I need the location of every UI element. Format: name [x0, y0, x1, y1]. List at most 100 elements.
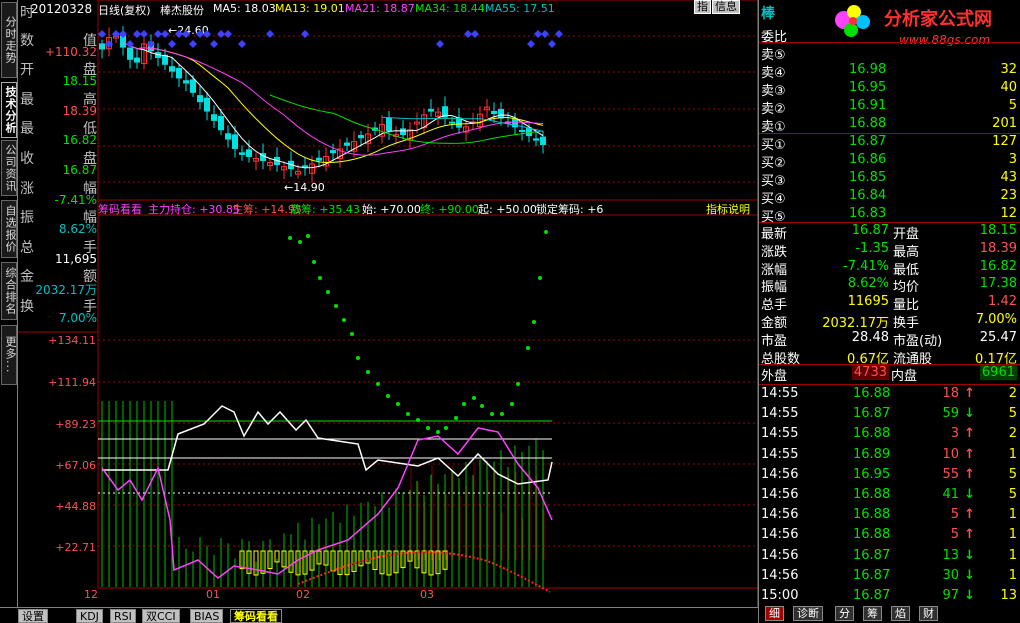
stat-label: 总手 — [761, 298, 788, 314]
candle-body — [190, 79, 196, 93]
retail-chip-dot — [318, 276, 322, 280]
stat-row-2: 涨幅 -7.41% 最低 16.82 — [761, 258, 1019, 278]
tick-price: 16.95 — [853, 466, 891, 482]
bottom-tab-2[interactable]: RSI — [110, 609, 136, 623]
right-tab-0[interactable]: 细 — [765, 606, 784, 621]
candle-body — [316, 157, 322, 161]
candle-body — [449, 121, 455, 124]
retail-chip-dot — [350, 332, 354, 336]
kline-chart-area[interactable]: ←24.60 ←14.90 — [18, 0, 758, 607]
left-tab-0[interactable]: 分时走势 — [1, 2, 17, 78]
retail-chip-dot — [298, 240, 302, 244]
index-button[interactable]: 指 — [694, 0, 711, 14]
retail-chip-dot — [416, 418, 420, 422]
stat-label: 金额 — [761, 316, 788, 331]
buy-level-3: 买④ 16.84 23 — [761, 188, 1019, 207]
tick-price: 16.88 — [853, 527, 891, 543]
buy-level-1: 买② 16.86 3 — [761, 152, 1019, 171]
ma21-line — [122, 42, 544, 156]
retail-chip-dot — [538, 276, 542, 280]
x-axis-label: 01 — [206, 588, 220, 601]
left-tab-4[interactable]: 综合排名 — [1, 262, 17, 320]
stat-row-1: 涨跌 -1.35 最高 18.39 — [761, 241, 1019, 260]
arrow-up-icon: ↑ — [964, 466, 975, 482]
bottom-tab-3[interactable]: 双CCI — [142, 609, 180, 623]
tick-price: 16.88 — [853, 426, 891, 442]
sell-label: 卖② — [761, 102, 786, 117]
chart-canvas[interactable]: ←24.60←14.90 — [18, 0, 758, 607]
stat-value-2: 7.00% — [975, 312, 1017, 327]
signal-diamond — [168, 40, 176, 48]
candle-body — [540, 136, 546, 146]
left-tab-1[interactable]: 技术分析 — [1, 82, 17, 138]
arrow-down-icon: ↓ — [964, 406, 975, 422]
candle-body — [386, 118, 392, 132]
candle-body — [176, 67, 182, 79]
tick-price: 16.88 — [853, 507, 891, 523]
tick-row: 14:56 16.87 30 ↓ 1 — [761, 568, 1019, 588]
tick-price: 16.88 — [853, 487, 891, 502]
y-axis-label: +67.06 — [55, 459, 96, 472]
tick-count: 2 — [1008, 386, 1017, 401]
stat-row-4: 总手 11695 量比 1.42 — [761, 294, 1019, 314]
ma-label-1: MA13: 19.01 — [275, 2, 345, 15]
bottom-tab-1[interactable]: KDJ — [76, 609, 103, 623]
tick-volume: 5 — [950, 527, 959, 543]
stat-value: 28.48 — [851, 329, 889, 345]
sell-level-0: 卖⑤ — [761, 44, 1019, 63]
retail-chip-dot — [306, 234, 310, 238]
right-tab-2[interactable]: 分 — [835, 606, 854, 621]
indicator-help-link[interactable]: 指标说明 — [706, 201, 750, 217]
stat-label: 最新 — [761, 227, 788, 242]
tick-volume: 55 — [942, 466, 959, 482]
bottom-tab-5[interactable]: 筹码看看 — [230, 609, 282, 623]
signal-diamond — [534, 30, 542, 38]
inner-label: 内盘 — [891, 369, 918, 384]
retail-chip-dot — [516, 382, 520, 386]
signal-diamond — [555, 30, 563, 38]
left-tab-3[interactable]: 自选报价 — [1, 200, 17, 258]
sell-label: 卖④ — [761, 66, 786, 81]
info-button[interactable]: 信息 — [712, 0, 740, 14]
left-tab-2[interactable]: 公司资讯 — [1, 140, 17, 196]
signal-diamond — [140, 30, 148, 38]
bottom-tab-4[interactable]: BIAS — [190, 609, 224, 623]
retail-chip-dot — [500, 412, 504, 416]
tick-volume: 97 — [942, 588, 959, 603]
outer-label: 外盘 — [761, 369, 788, 384]
tick-row: 14:56 16.87 13 ↓ 1 — [761, 548, 1019, 568]
ma-label-3: MA34: 18.44 — [415, 2, 485, 15]
left-tab-5[interactable]: 更多... — [1, 325, 17, 385]
right-tab-3[interactable]: 筹 — [863, 606, 882, 621]
sell-volume: 201 — [992, 116, 1017, 131]
retail-chip-dot — [454, 416, 458, 420]
candle-body — [533, 138, 539, 141]
tick-volume: 5 — [950, 507, 959, 523]
stat-row-0: 最新 16.87 开盘 18.15 — [761, 223, 1019, 242]
buy-price: 16.85 — [849, 170, 887, 185]
tick-row: 14:55 16.87 59 ↓ 5 — [761, 406, 1019, 426]
candle-body — [400, 128, 406, 136]
stat-value-2: 25.47 — [979, 329, 1017, 345]
quote-panel: 分析家公式网 www.88gs.com 棒 委比 卖⑤ 卖④ 16.98 32 卖③ 16.… — [758, 0, 1020, 623]
buy-volume: 3 — [1008, 152, 1017, 167]
stat-label-2: 最高 — [893, 244, 920, 260]
candle-body — [134, 57, 140, 63]
bottom-tab-0[interactable]: 设置 — [18, 609, 48, 623]
retail-chip-dot — [342, 318, 346, 322]
stat-value-2: 1.42 — [988, 294, 1017, 310]
stat-value-2: 16.82 — [979, 258, 1017, 274]
signal-diamond — [548, 40, 556, 48]
tick-time: 14:55 — [761, 446, 799, 462]
right-tab-4[interactable]: 焰 — [891, 606, 910, 621]
retail-chip-dot — [526, 346, 530, 350]
tick-time: 15:00 — [761, 588, 799, 603]
sell-label: 卖⑤ — [761, 48, 786, 63]
right-tab-5[interactable]: 财 — [919, 606, 938, 621]
retail-chip-dot — [356, 356, 360, 360]
buy-level-0: 买① 16.87 127 — [761, 134, 1019, 153]
right-tab-1[interactable]: 诊断 — [793, 606, 823, 621]
retail-chip-dot — [462, 402, 466, 406]
sell-price: 16.91 — [849, 98, 887, 113]
signal-diamond — [210, 40, 218, 48]
